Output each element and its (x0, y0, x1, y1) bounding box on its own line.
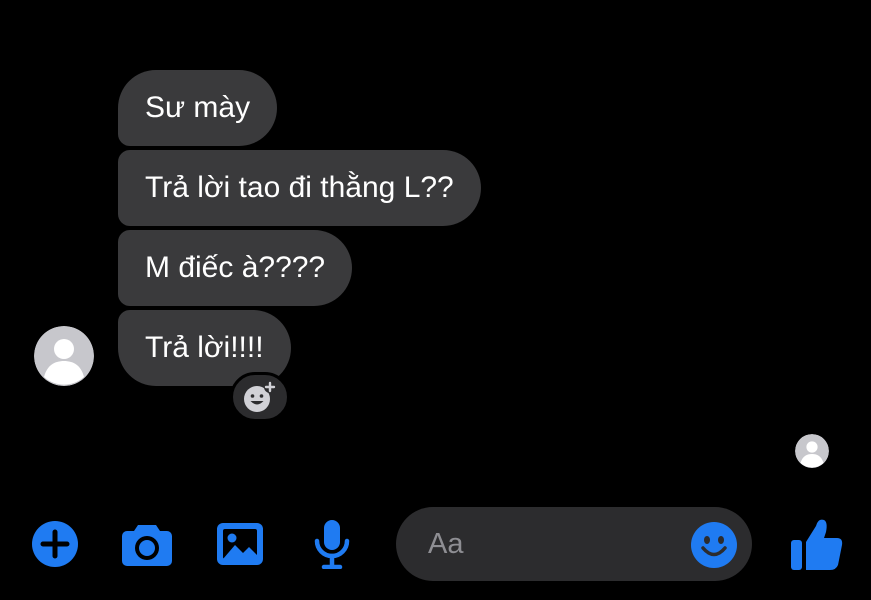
camera-icon (122, 525, 172, 566)
add-reaction-icon (244, 381, 276, 412)
microphone-icon (314, 520, 350, 569)
thumbs-up-icon (791, 519, 843, 570)
message-input[interactable] (428, 524, 668, 564)
image-icon (217, 523, 263, 565)
smiley-icon (691, 522, 737, 568)
messenger-chat-screen: Sư mày Trả lời tao đi thằng L?? M điếc à… (0, 0, 871, 600)
plus-circle-icon (32, 521, 78, 567)
add-reaction-button[interactable] (230, 372, 290, 422)
default-user-avatar-icon (34, 326, 94, 386)
emoji-button[interactable] (690, 521, 738, 569)
voice-message-button[interactable] (306, 518, 358, 570)
message-bubble[interactable]: Sư mày (118, 70, 278, 146)
message-text: Trả lời!!!! (145, 331, 264, 364)
message-bubble[interactable]: Trả lời tao đi thằng L?? (118, 150, 481, 226)
camera-button[interactable] (121, 518, 173, 570)
default-user-avatar-icon (795, 434, 829, 468)
message-text: Sư mày (145, 91, 251, 124)
like-button[interactable] (790, 516, 844, 572)
message-bubble[interactable]: M điếc à???? (118, 230, 353, 306)
message-text: M điếc à???? (145, 251, 326, 284)
plus-button[interactable] (29, 518, 81, 570)
message-composer[interactable] (396, 507, 752, 581)
gallery-button[interactable] (214, 518, 266, 570)
seen-receipt-avatar (795, 434, 829, 468)
sender-avatar[interactable] (34, 326, 94, 386)
message-text: Trả lời tao đi thằng L?? (145, 171, 454, 204)
